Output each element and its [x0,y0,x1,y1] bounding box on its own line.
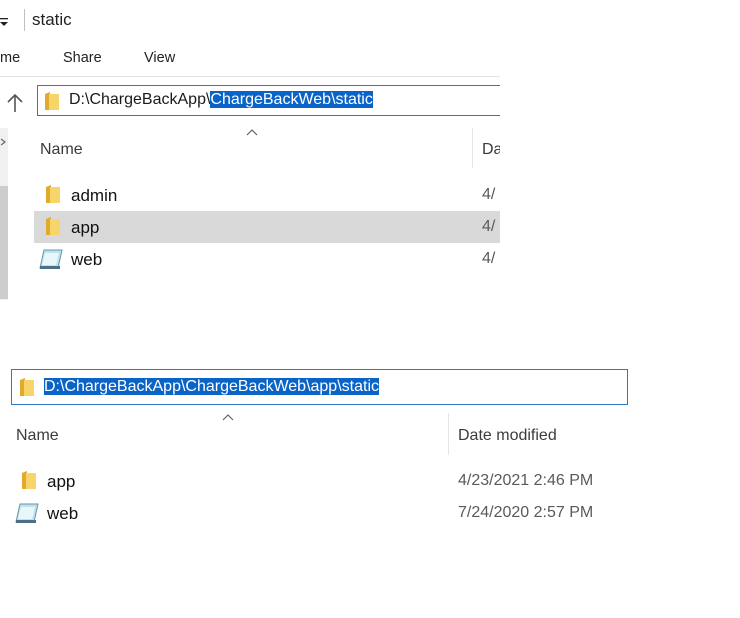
title-separator [24,9,25,31]
list-item[interactable]: web 7/24/2020 2:57 PM [10,497,630,529]
folder-icon [20,378,34,396]
column-divider[interactable] [448,413,449,455]
up-arrow-icon[interactable] [5,92,25,114]
column-header-date[interactable]: Da [482,141,500,159]
web-folder-icon [15,503,39,523]
address-selection: D:\ChargeBackApp\ChargeBackWeb\app\stati… [44,378,379,395]
address-text[interactable]: D:\ChargeBackApp\ChargeBackWeb\static [69,91,373,109]
list-item[interactable]: app 4/23/2021 2:46 PM [10,465,630,497]
column-divider[interactable] [472,128,473,168]
item-date: 7/24/2020 2:57 PM [458,504,594,521]
folder-icon [46,185,60,203]
scrollbar-thumb[interactable] [0,186,8,299]
item-name: web [47,504,79,523]
folder-icon [22,471,36,489]
address-bar[interactable]: D:\ChargeBackApp\ChargeBackWeb\app\stati… [11,369,628,405]
address-prefix: D:\ChargeBackApp\ [69,91,211,108]
chevron-icon[interactable] [0,138,7,146]
ribbon-tab-share[interactable]: Share [63,50,102,66]
sort-ascending-icon [222,414,234,421]
item-date: 4/23/2021 2:46 PM [458,472,594,489]
web-folder-icon [39,249,63,269]
item-date: 4/ [482,218,496,235]
folder-icon [46,217,60,235]
column-header-date-modified[interactable]: Date modified [458,427,557,445]
window-title: static [32,10,72,29]
list-item-selected[interactable]: app 4/ [34,211,500,243]
item-date: 4/ [482,186,496,203]
item-name: web [71,250,103,269]
top-explorer-window: static me Share View D:\ChargeBackApp\Ch… [0,0,500,300]
address-selection: ChargeBackWeb\static [210,91,373,108]
folder-icon [45,92,59,110]
list-item[interactable]: web 4/ [34,243,500,275]
sort-ascending-icon [246,129,258,136]
item-name: admin [71,186,118,205]
column-header-name[interactable]: Name [16,427,59,445]
ribbon-divider [0,76,500,77]
list-item[interactable]: admin 4/ [34,179,500,211]
item-name: app [71,218,100,237]
address-bar[interactable]: D:\ChargeBackApp\ChargeBackWeb\static [37,85,500,116]
column-header-name[interactable]: Name [40,141,83,159]
ribbon-tab-view[interactable]: View [144,50,175,66]
item-name: app [47,472,76,491]
quick-access-dropdown-icon[interactable] [0,16,8,28]
ribbon-tab-home[interactable]: me [0,50,20,66]
item-date: 4/ [482,250,496,267]
address-text[interactable]: D:\ChargeBackApp\ChargeBackWeb\app\stati… [44,378,379,396]
